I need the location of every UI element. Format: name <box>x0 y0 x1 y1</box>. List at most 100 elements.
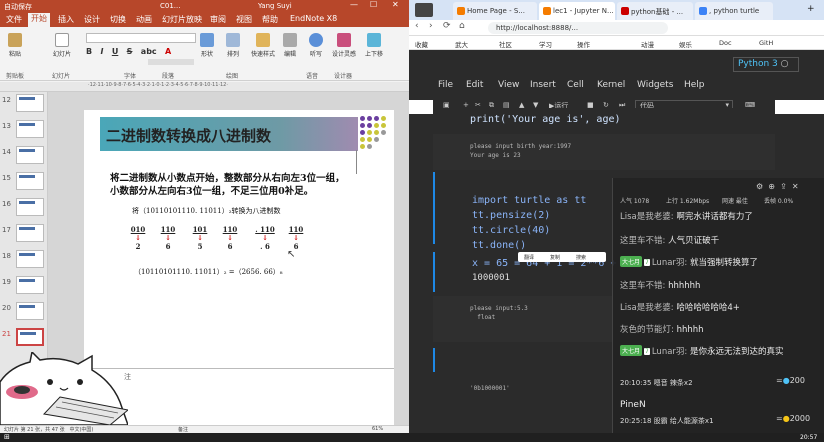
font-color-button[interactable]: A <box>165 47 171 56</box>
example-caption: 将（10110101110. 11011）₂转换为八进制数 <box>132 207 281 215</box>
slide-thumbnail[interactable] <box>16 94 44 112</box>
doc-title: C01... <box>160 2 181 10</box>
slide-thumbnail[interactable] <box>16 302 44 320</box>
add-icon[interactable]: ⊕ <box>768 182 775 191</box>
csdn-icon <box>621 7 629 15</box>
slide-text-line1: 将二进制数从小数点开始，整数部分从右向左3位一组， <box>110 173 345 184</box>
bookmark-item[interactable]: GitH <box>759 39 773 47</box>
tab-transitions[interactable]: 切换 <box>110 14 126 25</box>
tab-animations[interactable]: 动画 <box>136 14 152 25</box>
slide-thumbnail[interactable] <box>16 120 44 138</box>
search-option[interactable]: 搜索 <box>576 254 586 261</box>
thumb-number: 21 <box>2 330 11 338</box>
browser-tab[interactable]: Home Page - S... <box>453 2 537 20</box>
user-name[interactable]: Yang Suyi <box>258 2 292 10</box>
autosave-label[interactable]: 自动保存 <box>4 2 32 12</box>
cat-eye <box>77 379 83 385</box>
home-icon[interactable]: ⌂ <box>459 21 465 31</box>
browser-tab-active[interactable]: lec1 - Jupyter N... <box>539 2 615 20</box>
back-icon[interactable]: ‹ <box>415 21 419 31</box>
bookmark-item[interactable]: 动漫 <box>641 39 654 49</box>
font-name-box[interactable] <box>86 33 196 43</box>
minimize-icon[interactable]: — <box>350 0 358 9</box>
bookmark-item[interactable]: 武大 <box>455 39 468 49</box>
kernel-indicator[interactable]: Python 3 ○ <box>733 57 799 72</box>
level-badge: 7 <box>644 348 650 355</box>
new-slide-button[interactable]: 幻灯片 <box>52 33 72 58</box>
settings-icon[interactable]: ⚙ <box>756 182 763 191</box>
bookmark-item[interactable]: 娱乐 <box>679 39 692 49</box>
spacing-button[interactable]: abc <box>141 47 157 56</box>
dictate-button[interactable]: 听写 <box>306 33 326 58</box>
reload-icon[interactable]: ⟳ <box>443 21 451 31</box>
slide-thumbnail[interactable] <box>16 276 44 294</box>
quick-styles-button[interactable]: 快速样式 <box>250 33 276 58</box>
forward-icon[interactable]: › <box>429 21 433 31</box>
bookmark-item[interactable]: 收藏 <box>415 39 428 49</box>
move-button[interactable]: 上下移 <box>362 33 386 58</box>
browser-tab[interactable]: python基础 - ... <box>617 2 693 20</box>
search-icon <box>699 7 707 15</box>
start-icon[interactable]: ⊞ <box>4 433 10 441</box>
slide-thumbnail-active[interactable] <box>16 328 44 346</box>
designer-button[interactable]: 设计灵感 <box>332 33 356 58</box>
bold-button[interactable]: B <box>86 47 92 56</box>
menu-help[interactable]: Help <box>684 80 705 90</box>
tab-file[interactable]: 文件 <box>6 14 22 25</box>
code-cell[interactable]: print('Your age is', age) <box>433 108 775 134</box>
zoom-level[interactable]: 61% <box>372 426 383 432</box>
menu-file[interactable]: File <box>438 80 453 90</box>
bookmark-item[interactable]: 学习 <box>539 39 552 49</box>
underline-button[interactable]: U <box>112 47 119 56</box>
tab-home[interactable]: 开始 <box>28 13 50 27</box>
paste-button[interactable]: 粘贴 <box>6 33 24 58</box>
shapes-button[interactable]: 形状 <box>196 33 218 58</box>
menu-insert[interactable]: Insert <box>530 80 556 90</box>
chat-controls: ⚙ ⊕ ⇪ ✕ <box>756 182 816 191</box>
arrange-button[interactable]: 排列 <box>222 33 244 58</box>
arrange-icon <box>226 33 240 47</box>
bookmark-item[interactable]: 社区 <box>499 39 512 49</box>
font-format-row: B I U S abc A <box>86 47 196 59</box>
slide-thumbnail[interactable] <box>16 198 44 216</box>
share-icon[interactable]: ⇪ <box>780 182 787 191</box>
strike-button[interactable]: S <box>127 47 133 56</box>
tab-insert[interactable]: 插入 <box>58 14 74 25</box>
output-cell: please input birth year:1997 Your age is… <box>433 134 775 170</box>
tab-view[interactable]: 视图 <box>236 14 252 25</box>
tab-slideshow[interactable]: 幻灯片放映 <box>162 14 202 25</box>
notes-pane[interactable]: 注 <box>84 368 394 425</box>
copy-option[interactable]: 复制 <box>550 254 560 261</box>
tab-endnote[interactable]: EndNote X8 <box>290 14 337 23</box>
browser-tab[interactable]: , python turtle <box>695 2 773 20</box>
close-icon[interactable]: ✕ <box>392 0 399 9</box>
bookmark-item[interactable]: Doc <box>719 39 732 47</box>
bookmark-item[interactable]: 操作 <box>577 39 590 49</box>
tab-review[interactable]: 审阅 <box>210 14 226 25</box>
menu-edit[interactable]: Edit <box>466 80 483 90</box>
cat-eye <box>47 379 53 385</box>
italic-button[interactable]: I <box>100 47 103 56</box>
paragraph-controls[interactable] <box>148 59 194 65</box>
clock[interactable]: 20:57 <box>800 434 817 441</box>
menu-widgets[interactable]: Widgets <box>637 80 673 90</box>
tab-design[interactable]: 设计 <box>84 14 100 25</box>
slide-thumbnail[interactable] <box>16 172 44 190</box>
browser-tab-bar: Home Page - S... lec1 - Jupyter N... pyt… <box>409 0 824 20</box>
url-field[interactable]: http://localhost:8888/... <box>488 22 668 34</box>
slide-thumbnail[interactable] <box>16 146 44 164</box>
menu-view[interactable]: View <box>498 80 519 90</box>
notes-toggle[interactable]: 备注 <box>178 426 188 433</box>
editing-button[interactable]: 编辑 <box>280 33 300 58</box>
maximize-icon[interactable]: ☐ <box>370 0 377 9</box>
slide-thumbnail[interactable] <box>16 250 44 268</box>
slide-title[interactable]: 二进制数转换成八进制数 <box>100 117 358 151</box>
new-tab-icon[interactable]: + <box>807 4 815 14</box>
tab-help[interactable]: 帮助 <box>262 14 278 25</box>
menu-cell[interactable]: Cell <box>567 80 584 90</box>
translate-option[interactable]: 翻译 <box>524 254 534 261</box>
slide-thumbnail[interactable] <box>16 224 44 242</box>
menu-kernel[interactable]: Kernel <box>597 80 625 90</box>
thumb-number: 13 <box>2 122 11 130</box>
close-icon[interactable]: ✕ <box>792 182 799 191</box>
